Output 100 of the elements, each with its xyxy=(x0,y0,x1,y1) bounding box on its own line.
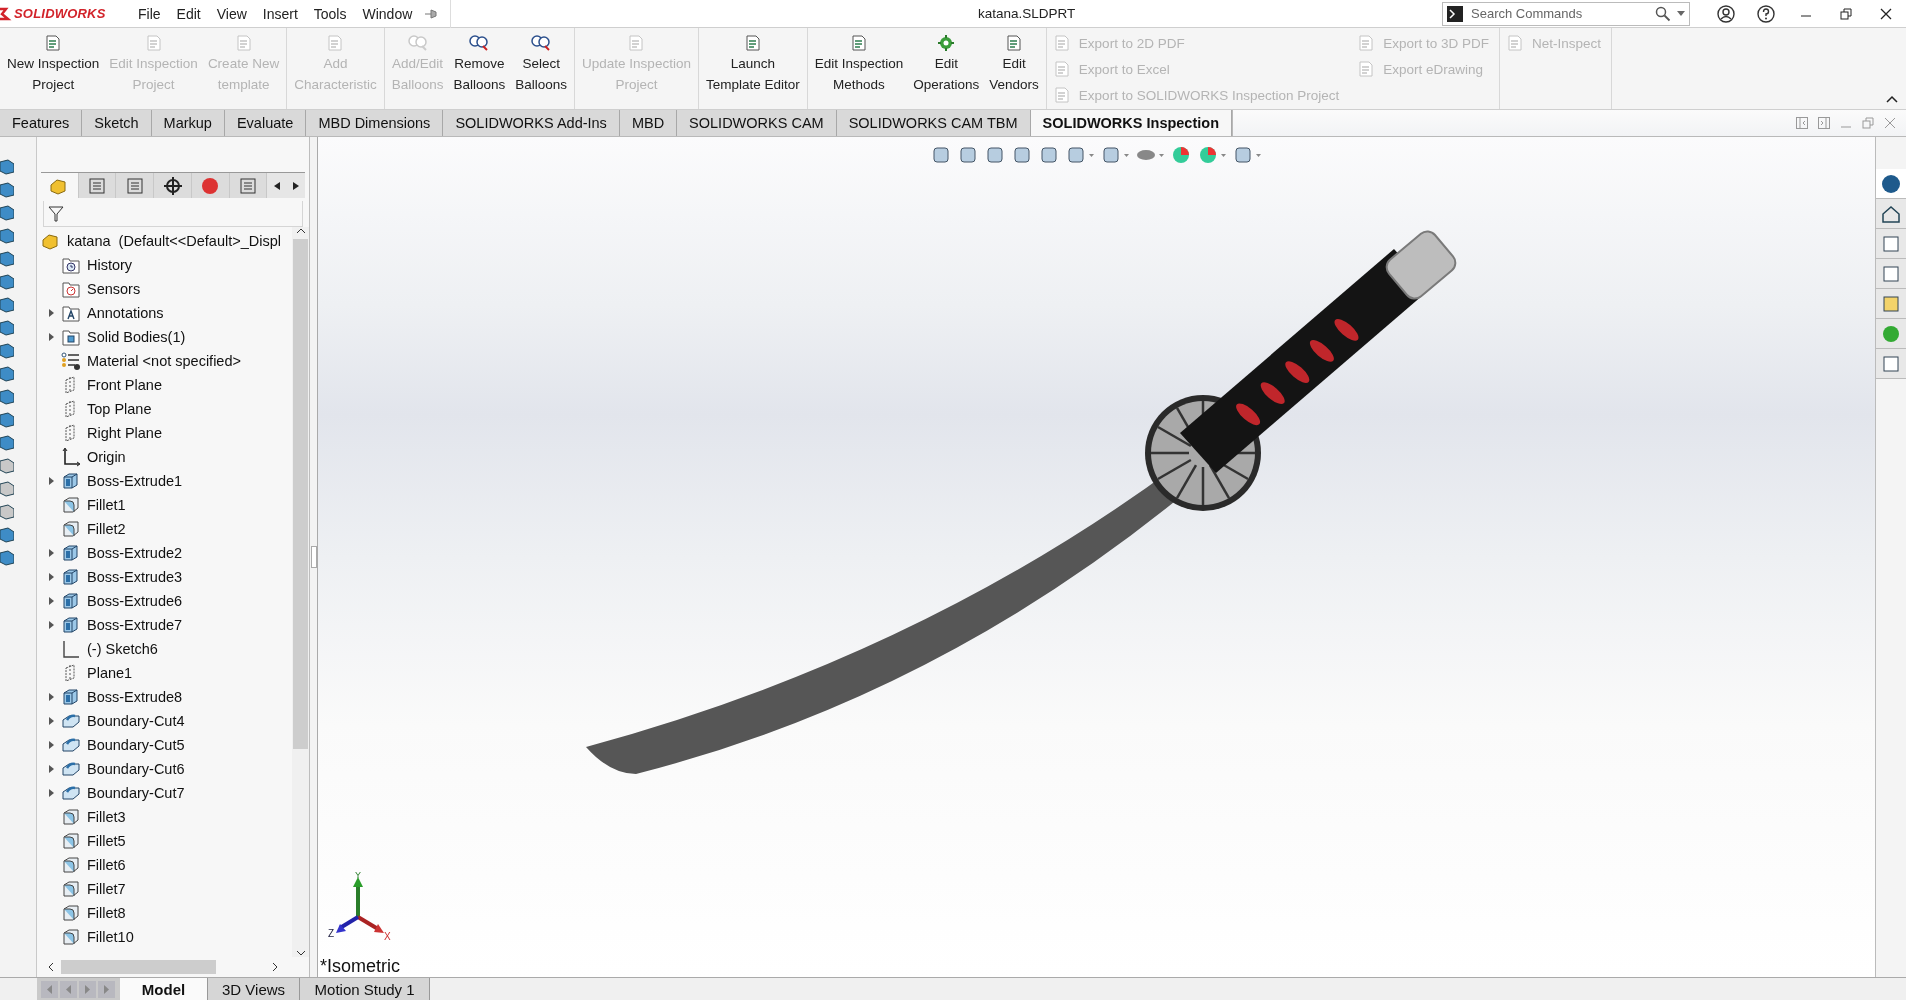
tree-item[interactable]: Boss-Extrude1 xyxy=(87,473,183,489)
scroll-up-icon[interactable] xyxy=(295,227,306,235)
feature-tool-icon[interactable] xyxy=(0,481,14,497)
tree-item[interactable]: Fillet7 xyxy=(87,881,126,897)
dimxpert-tab[interactable] xyxy=(154,173,192,198)
feature-tool-icon[interactable] xyxy=(0,366,14,382)
scrollbar-thumb[interactable] xyxy=(293,239,308,749)
home-icon[interactable] xyxy=(1876,199,1906,229)
ribbon-button[interactable]: Remove Balloons xyxy=(448,28,511,109)
expand-arrow-icon[interactable] xyxy=(48,789,54,797)
property-manager-tab[interactable] xyxy=(78,173,117,198)
expand-arrow-icon[interactable] xyxy=(48,477,54,485)
menu-item[interactable]: Insert xyxy=(254,1,306,26)
command-tab[interactable]: SOLIDWORKS CAM TBM xyxy=(836,110,1031,136)
caret-icon[interactable] xyxy=(1677,10,1685,17)
feature-tool-icon[interactable] xyxy=(0,320,14,336)
tree-item[interactable]: Origin xyxy=(87,449,126,465)
menu-item[interactable]: View xyxy=(208,1,255,26)
tree-item[interactable]: Right Plane xyxy=(87,425,162,441)
scroll-left-icon[interactable] xyxy=(267,173,287,198)
tree-item[interactable]: Fillet6 xyxy=(87,857,126,873)
feature-tool-icon[interactable] xyxy=(0,343,14,359)
tree-item[interactable]: Fillet8 xyxy=(87,905,126,921)
command-tab[interactable]: Features xyxy=(0,110,83,136)
menu-item[interactable]: Window xyxy=(354,1,421,26)
tree-item[interactable]: Front Plane xyxy=(87,377,162,393)
scrollbar-thumb[interactable] xyxy=(61,960,216,974)
expand-arrow-icon[interactable] xyxy=(48,549,54,557)
tree-item[interactable]: Boss-Extrude6 xyxy=(87,593,183,609)
tree-item[interactable]: Boss-Extrude8 xyxy=(87,689,183,705)
tile-right-icon[interactable] xyxy=(1818,117,1830,129)
tree-item[interactable]: Plane1 xyxy=(87,665,133,681)
scroll-left-icon[interactable] xyxy=(47,962,55,972)
bottom-tab[interactable]: Motion Study 1 xyxy=(300,978,431,1000)
expand-arrow-icon[interactable] xyxy=(48,333,54,341)
tile-left-icon[interactable] xyxy=(1796,117,1808,129)
command-tab[interactable]: Markup xyxy=(151,110,225,136)
splitter-handle[interactable] xyxy=(310,546,317,568)
expand-arrow-icon[interactable] xyxy=(48,741,54,749)
menu-item[interactable]: Tools xyxy=(305,1,355,26)
pin-icon[interactable] xyxy=(424,6,439,21)
collapse-icon[interactable] xyxy=(1886,95,1898,103)
command-tab[interactable]: Sketch xyxy=(82,110,152,136)
ribbon-button[interactable]: New Inspection Project xyxy=(2,28,105,109)
expand-arrow-icon[interactable] xyxy=(48,717,54,725)
tree-item[interactable]: Fillet10 xyxy=(87,929,134,945)
ribbon-button[interactable]: Edit Inspection Methods xyxy=(809,28,909,109)
filter-icon[interactable] xyxy=(48,205,64,222)
tree-item[interactable]: Fillet1 xyxy=(87,497,126,513)
tree-item[interactable]: Boundary-Cut5 xyxy=(87,737,185,753)
expand-arrow-icon[interactable] xyxy=(48,621,54,629)
tree-item[interactable]: Boss-Extrude7 xyxy=(87,617,183,633)
ribbon-button[interactable]: Launch Template Editor xyxy=(700,28,805,109)
feature-tool-icon[interactable] xyxy=(0,504,14,520)
feature-tool-icon[interactable] xyxy=(0,251,14,267)
feature-tool-icon[interactable] xyxy=(0,550,14,566)
tree-item[interactable]: Material <not specified> xyxy=(87,353,241,369)
feature-tool-icon[interactable] xyxy=(0,159,14,175)
tree-item[interactable]: Boundary-Cut4 xyxy=(87,713,185,729)
expand-arrow-icon[interactable] xyxy=(48,597,54,605)
tree-item[interactable]: Boundary-Cut7 xyxy=(87,785,185,801)
menu-item[interactable]: File xyxy=(130,1,169,26)
command-tab[interactable]: SOLIDWORKS CAM xyxy=(677,110,837,136)
ribbon-button[interactable]: Edit Operations xyxy=(908,28,985,109)
feature-tool-icon[interactable] xyxy=(0,182,14,198)
tree-item[interactable]: katana (Default<<Default>_Displ xyxy=(67,233,281,249)
tree-item[interactable]: Boss-Extrude2 xyxy=(87,545,183,561)
menu-item[interactable]: Edit xyxy=(168,1,209,26)
tree-item[interactable]: Solid Bodies(1) xyxy=(87,329,186,345)
feature-tool-icon[interactable] xyxy=(0,435,14,451)
search-icon[interactable] xyxy=(1655,5,1671,22)
feature-tool-icon[interactable] xyxy=(0,274,14,290)
tree-item[interactable]: Fillet5 xyxy=(87,833,126,849)
command-tab[interactable]: SOLIDWORKS Add-Ins xyxy=(443,110,620,136)
feature-tool-icon[interactable] xyxy=(0,412,14,428)
feature-tool-icon[interactable] xyxy=(0,389,14,405)
tree-item[interactable]: Annotations xyxy=(87,305,164,321)
command-tab[interactable]: Evaluate xyxy=(224,110,307,136)
feature-tool-icon[interactable] xyxy=(0,228,14,244)
tree-item[interactable]: Boss-Extrude3 xyxy=(87,569,183,585)
ribbon-button[interactable]: Select Balloons xyxy=(510,28,573,109)
command-tab[interactable]: MBD xyxy=(619,110,678,136)
tree-item[interactable]: Fillet2 xyxy=(87,521,126,537)
tree-item[interactable]: Fillet3 xyxy=(87,809,126,825)
bottom-tab[interactable]: 3D Views xyxy=(208,978,301,1000)
command-tab[interactable]: MBD Dimensions xyxy=(306,110,444,136)
feature-tool-icon[interactable] xyxy=(0,527,14,543)
scroll-down-icon[interactable] xyxy=(295,949,306,957)
expand-arrow-icon[interactable] xyxy=(48,573,54,581)
expand-arrow-icon[interactable] xyxy=(48,693,54,701)
tree-item[interactable]: History xyxy=(87,257,133,273)
bottom-tab[interactable]: Model xyxy=(120,978,208,1000)
feature-tool-icon[interactable] xyxy=(0,205,14,221)
tree-item[interactable]: Boundary-Cut6 xyxy=(87,761,185,777)
search-box[interactable]: Search Commands xyxy=(1442,1,1690,26)
expand-arrow-icon[interactable] xyxy=(48,765,54,773)
tree-item[interactable]: Top Plane xyxy=(87,401,152,417)
tree-item[interactable]: Sensors xyxy=(87,281,141,297)
feature-tool-icon[interactable] xyxy=(0,297,14,313)
scroll-right-icon[interactable] xyxy=(286,173,305,198)
